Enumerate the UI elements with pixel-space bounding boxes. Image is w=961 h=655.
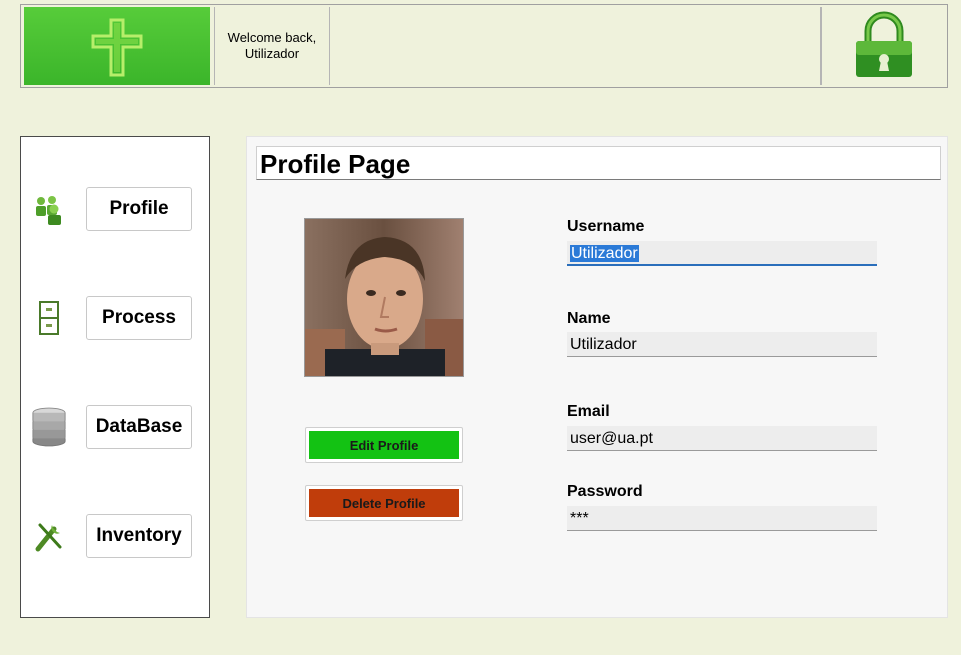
username-label: Username [567,218,645,235]
welcome-message: Welcome back, Utilizador [214,7,330,85]
sidebar-item-process: Process [21,296,209,342]
username-value: Utilizador [570,245,639,262]
password-label: Password [567,483,643,500]
database-button[interactable]: DataBase [86,405,192,449]
edit-profile-label: Edit Profile [309,431,459,459]
page-title: Profile Page [256,146,941,180]
username-field[interactable]: Utilizador [567,241,877,266]
inventory-button[interactable]: Inventory [86,514,192,558]
welcome-greeting: Welcome back, [227,30,317,45]
sidebar-item-inventory: Inventory [21,514,209,560]
email-field[interactable]: user@ua.pt [567,426,877,451]
users-icon [31,191,67,227]
process-button[interactable]: Process [86,296,192,340]
logout-button[interactable] [821,7,946,85]
sidebar-item-profile: Profile [21,187,209,233]
email-label: Email [567,403,610,420]
cross-icon [91,18,143,77]
database-icon [31,407,67,447]
delete-profile-label: Delete Profile [309,489,459,517]
tools-icon [31,518,67,554]
filing-cabinet-icon [31,300,67,336]
edit-profile-button[interactable]: Edit Profile [305,427,463,463]
name-field[interactable]: Utilizador [567,332,877,357]
name-label: Name [567,310,611,327]
padlock-icon [856,11,912,77]
profile-panel: Profile Page Edit Profile Delete Profile… [246,136,948,618]
sidebar-nav: Profile Process DataBase Inventory [20,136,210,618]
top-header: Welcome back, Utilizador [20,4,948,88]
profile-avatar [304,218,464,377]
welcome-username: Utilizador [244,46,300,61]
password-field[interactable]: *** [567,506,877,531]
delete-profile-button[interactable]: Delete Profile [305,485,463,521]
sidebar-item-database: DataBase [21,405,209,451]
profile-button[interactable]: Profile [86,187,192,231]
app-logo [24,7,210,85]
header-spacer [329,7,821,85]
